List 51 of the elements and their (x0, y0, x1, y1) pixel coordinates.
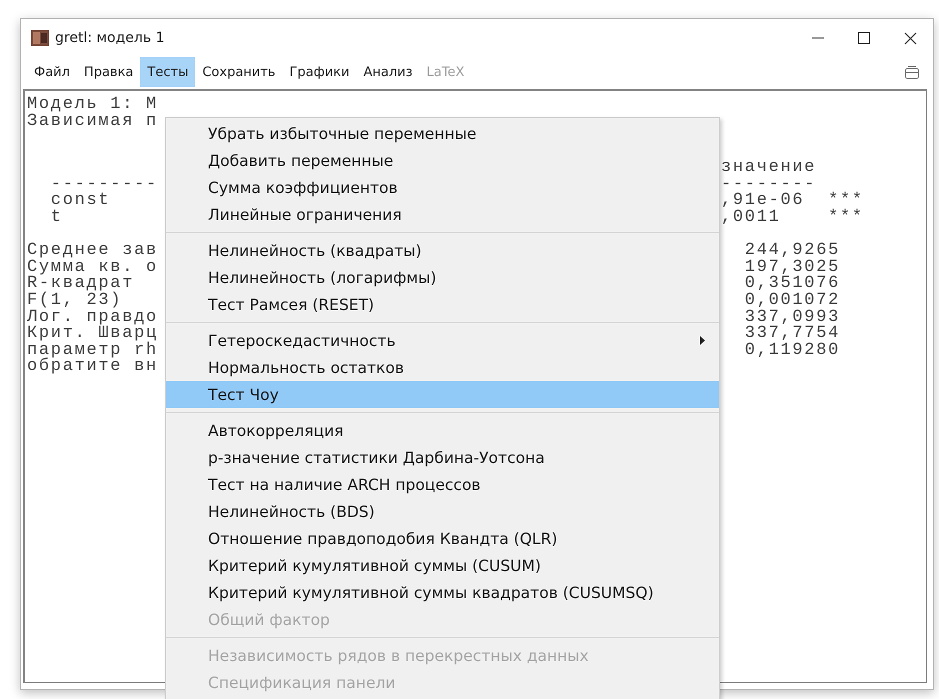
output-line: t (50, 208, 63, 227)
menu-entry[interactable]: Нелинейность (BDS) (166, 498, 719, 525)
output-line: -------- (721, 174, 816, 194)
menu-item[interactable]: Правка (76, 57, 140, 87)
output-line: 0,351076 (744, 274, 840, 294)
menu-entry[interactable]: Убрать избыточные переменные (166, 120, 719, 147)
menu-entry[interactable]: Критерий кумулятивной суммы квадратов (CUSUMSQ) (166, 579, 719, 606)
output-line: 0,119280 (744, 340, 840, 360)
app-icon (31, 30, 49, 46)
output-line: Модель 1: М (27, 95, 158, 114)
menu-item[interactable]: Тесты (140, 57, 196, 87)
output-line: const (50, 191, 110, 210)
close-icon[interactable] (904, 32, 917, 44)
menu-entry[interactable]: Тест Рамсея (RESET) (166, 291, 719, 318)
menu-entry[interactable]: Тест на наличие ARCH процессов (166, 471, 719, 498)
menu-entry[interactable]: Линейные ограничения (166, 201, 719, 228)
menu-item[interactable]: Сохранить (195, 57, 282, 87)
output-line: значение (721, 158, 816, 178)
menu-entry[interactable]: Критерий кумулятивной суммы (CUSUM) (166, 552, 719, 579)
menu-entry[interactable]: Гетероскедастичность (166, 327, 719, 354)
submenu-arrow-icon (700, 336, 705, 345)
menu-entry[interactable]: Нормальность остатков (166, 354, 719, 381)
window-title: gretl: модель 1 (55, 30, 164, 46)
output-line: 337,7754 (744, 324, 840, 344)
menu-entry[interactable]: Добавить переменные (166, 147, 719, 174)
output-line: обратите вн (27, 357, 158, 376)
menu-entry[interactable]: Нелинейность (квадраты) (166, 237, 719, 264)
output-line: Сумма кв. о (27, 258, 158, 277)
menu-item[interactable]: Файл (27, 57, 77, 87)
window-icon[interactable] (905, 66, 919, 78)
menu-entry[interactable]: p-значение статистики Дарбина-Уотсона (166, 444, 719, 471)
output-line: 244,9265 (744, 241, 840, 260)
menu-entry[interactable]: Тест Чоу (166, 381, 719, 408)
output-line: --------- (50, 174, 158, 194)
output-line: ,0011 *** (721, 208, 864, 227)
menu-entry[interactable]: Автокорреляция (166, 417, 719, 444)
output-line: F(1, 23) (27, 290, 122, 310)
maximize-icon[interactable] (858, 32, 870, 44)
minimize-icon[interactable] (812, 37, 824, 39)
menu-entry[interactable]: Сумма коэффициентов (166, 174, 719, 201)
output-line: 197,3025 (744, 258, 840, 277)
output-line: Крит. Шварц (27, 324, 158, 344)
output-line: 337,0993 (744, 308, 840, 327)
menu-item[interactable]: Графики (282, 57, 356, 87)
output-line: 0,001072 (744, 290, 840, 310)
menu-entry[interactable]: Нелинейность (логарифмы) (166, 264, 719, 291)
output-line: Зависимая п (27, 112, 158, 131)
output-line: Среднее зав (27, 241, 158, 260)
output-line: Лог. правдо (27, 308, 158, 327)
menu-item[interactable]: Анализ (356, 57, 420, 87)
menu-entry[interactable]: Отношение правдоподобия Квандта (QLR) (166, 525, 719, 552)
